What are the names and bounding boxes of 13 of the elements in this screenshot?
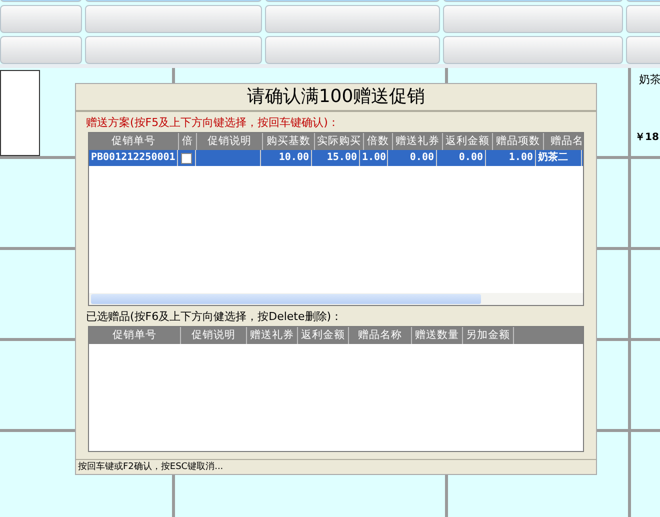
- product-price: ￥18: [635, 131, 659, 144]
- table-cell: PB001212250001: [89, 150, 178, 166]
- table-cell: 0.00: [388, 150, 437, 166]
- dialog-title: 请确认满100赠送促销: [76, 84, 596, 112]
- table-cell: 15.00: [312, 150, 360, 166]
- gifts-label: 已选赠品(按F6及上下方向健选择，按Delete删除)：: [85, 309, 344, 325]
- plans-label: 赠送方案(按F5及上下方向键选择，按回车键确认)：: [85, 115, 340, 131]
- table-cell: 0.00: [437, 150, 486, 166]
- status-bar: 按回车键或F2确认，按ESC键取消...: [76, 459, 596, 474]
- table-cell: 奶茶二: [536, 150, 582, 166]
- table-cell: 10.00: [261, 150, 312, 166]
- table-cell: 1.00: [360, 150, 388, 166]
- table-cell: 1.00: [486, 150, 536, 166]
